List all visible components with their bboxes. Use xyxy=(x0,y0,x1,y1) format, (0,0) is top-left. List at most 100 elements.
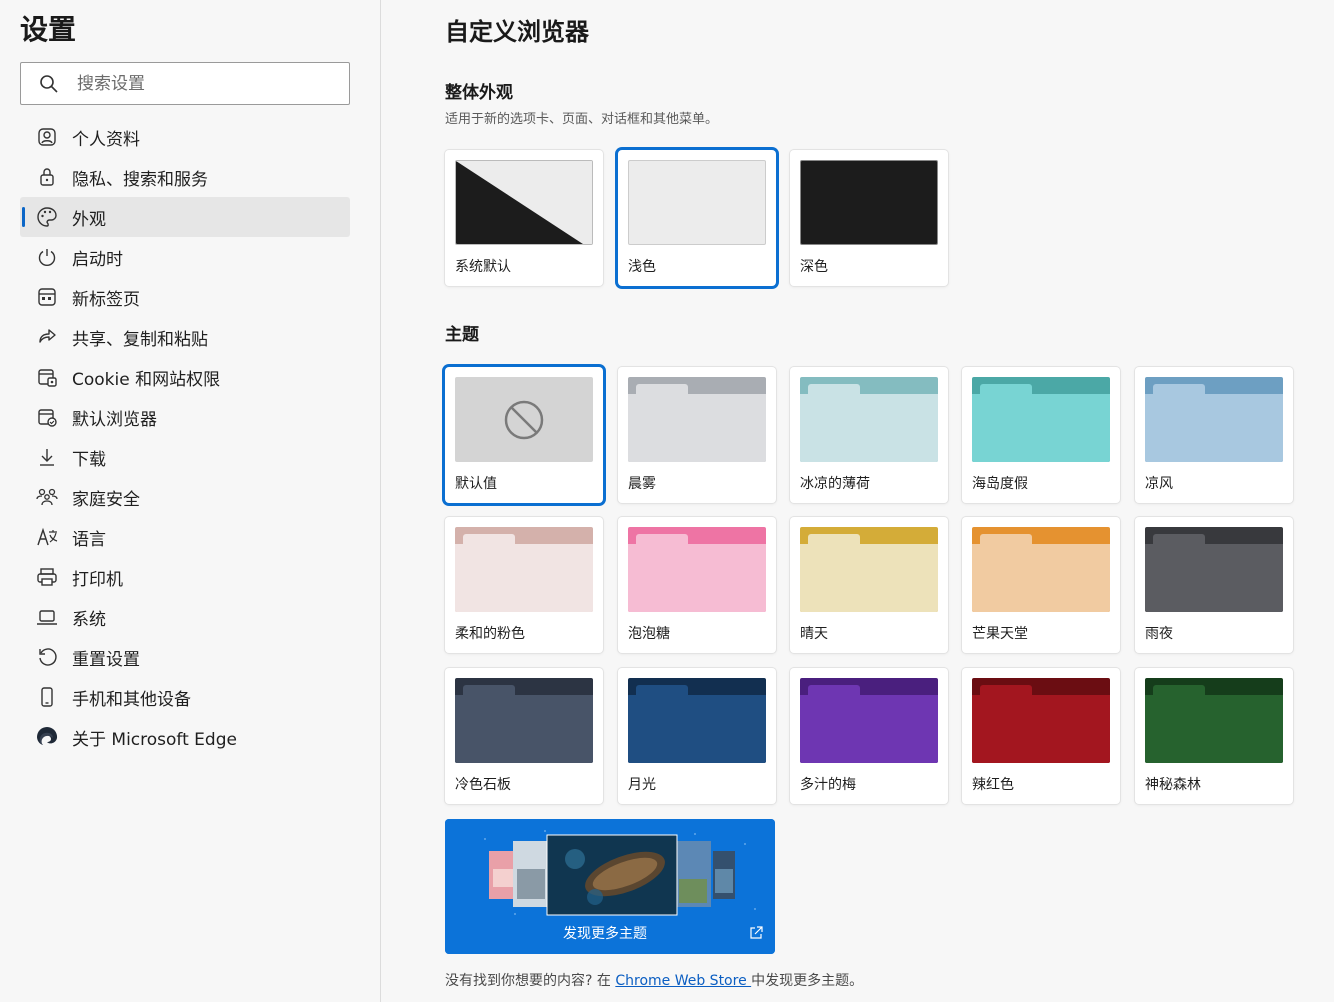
palette-icon xyxy=(36,206,58,228)
sidebar-item-printer[interactable]: 打印机 xyxy=(20,557,350,597)
folder-body-shape xyxy=(800,544,938,612)
theme-card[interactable]: 晴天 xyxy=(790,517,948,653)
sidebar-item-label: 外观 xyxy=(72,209,106,230)
sidebar-item-label: 手机和其他设备 xyxy=(72,689,191,710)
theme-card[interactable]: 芒果天堂 xyxy=(962,517,1120,653)
theme-preview xyxy=(972,527,1110,612)
family-icon xyxy=(36,486,58,508)
theme-preview xyxy=(1145,377,1283,462)
search-box[interactable] xyxy=(20,62,350,105)
theme-preview xyxy=(1145,678,1283,763)
theme-label: 凉风 xyxy=(1145,476,1173,492)
folder-body-shape xyxy=(972,695,1110,763)
appearance-option-system[interactable]: 系统默认 xyxy=(445,150,603,286)
theme-card[interactable]: 晨雾 xyxy=(618,367,776,503)
folder-body-shape xyxy=(628,544,766,612)
sidebar-item-new-tab[interactable]: 新标签页 xyxy=(20,277,350,317)
theme-card[interactable]: 柔和的粉色 xyxy=(445,517,603,653)
theme-card[interactable]: 多汁的梅 xyxy=(790,668,948,804)
sidebar-item-startup[interactable]: 启动时 xyxy=(20,237,350,277)
sidebar-item-about[interactable]: 关于 Microsoft Edge xyxy=(20,717,350,757)
theme-label: 晨雾 xyxy=(628,476,656,492)
system-default-preview xyxy=(455,160,593,245)
theme-label: 冷色石板 xyxy=(455,777,511,793)
sidebar-item-system[interactable]: 系统 xyxy=(20,597,350,637)
sidebar-item-language[interactable]: 语言 xyxy=(20,517,350,557)
sidebar-item-label: 个人资料 xyxy=(72,129,140,150)
sidebar-item-family[interactable]: 家庭安全 xyxy=(20,477,350,517)
appearance-option-dark[interactable]: 深色 xyxy=(790,150,948,286)
theme-preview xyxy=(800,377,938,462)
footer-note: 没有找到你想要的内容? 在 Chrome Web Store 中发现更多主题。 xyxy=(445,970,863,990)
folder-body-shape xyxy=(800,695,938,763)
sidebar-item-share[interactable]: 共享、复制和粘贴 xyxy=(20,317,350,357)
discover-themes-label: 发现更多主题 xyxy=(563,926,647,942)
sidebar-item-label: 隐私、搜索和服务 xyxy=(72,169,208,190)
chrome-web-store-link[interactable]: Chrome Web Store xyxy=(615,973,751,989)
folder-body-shape xyxy=(628,695,766,763)
sidebar-item-reset[interactable]: 重置设置 xyxy=(20,637,350,677)
footer-prefix: 没有找到你想要的内容? 在 xyxy=(445,973,616,989)
footer-suffix: 中发现更多主题。 xyxy=(751,973,864,989)
sidebar-item-label: 家庭安全 xyxy=(72,489,140,510)
theme-preview xyxy=(628,527,766,612)
theme-label: 冰凉的薄荷 xyxy=(800,476,870,492)
theme-card[interactable]: 月光 xyxy=(618,668,776,804)
external-link-icon xyxy=(749,925,763,944)
main-content: 自定义浏览器 整体外观 适用于新的选项卡、页面、对话框和其他菜单。 系统默认 浅… xyxy=(445,0,1325,1002)
sidebar-item-appearance[interactable]: 外观 xyxy=(20,197,350,237)
default-browser-icon xyxy=(36,406,58,428)
theme-preview xyxy=(800,527,938,612)
theme-preview xyxy=(455,678,593,763)
sidebar-item-label: 语言 xyxy=(72,529,106,550)
appearance-option-label: 系统默认 xyxy=(455,259,511,275)
theme-card[interactable]: 冷色石板 xyxy=(445,668,603,804)
appearance-section-title: 整体外观 xyxy=(445,83,513,103)
new-tab-icon xyxy=(36,286,58,308)
theme-card[interactable]: 神秘森林 xyxy=(1135,668,1293,804)
download-icon xyxy=(36,446,58,468)
dark-preview xyxy=(800,160,938,245)
theme-label: 神秘森林 xyxy=(1145,777,1201,793)
theme-card[interactable]: 冰凉的薄荷 xyxy=(790,367,948,503)
sidebar-item-label: Cookie 和网站权限 xyxy=(72,369,221,390)
sidebar-item-phone[interactable]: 手机和其他设备 xyxy=(20,677,350,717)
search-input[interactable] xyxy=(77,73,327,94)
sidebar-item-label: 启动时 xyxy=(72,249,123,270)
theme-card[interactable]: 凉风 xyxy=(1135,367,1293,503)
theme-card[interactable]: 雨夜 xyxy=(1135,517,1293,653)
theme-card[interactable]: 辣红色 xyxy=(962,668,1120,804)
theme-card[interactable]: 默认值 xyxy=(445,367,603,503)
theme-card[interactable]: 海岛度假 xyxy=(962,367,1120,503)
theme-label: 月光 xyxy=(628,777,656,793)
theme-label: 柔和的粉色 xyxy=(455,626,525,642)
reset-icon xyxy=(36,646,58,668)
theme-label: 默认值 xyxy=(455,476,497,492)
folder-body-shape xyxy=(628,394,766,462)
printer-icon xyxy=(36,566,58,588)
profile-icon xyxy=(36,126,58,148)
phone-icon xyxy=(36,686,58,708)
sidebar-item-privacy[interactable]: 隐私、搜索和服务 xyxy=(20,157,350,197)
folder-body-shape xyxy=(972,544,1110,612)
settings-nav: 个人资料 隐私、搜索和服务 外观 启动时 新标签页 共享、复制和粘贴 Cooki… xyxy=(20,117,350,757)
sidebar-item-downloads[interactable]: 下载 xyxy=(20,437,350,477)
site-permissions-icon xyxy=(36,366,58,388)
discover-themes-card[interactable]: 发现更多主题 xyxy=(445,819,775,954)
sidebar-item-profile[interactable]: 个人资料 xyxy=(20,117,350,157)
theme-preview xyxy=(455,527,593,612)
appearance-option-light[interactable]: 浅色 xyxy=(618,150,776,286)
search-icon xyxy=(21,74,77,94)
sidebar: 设置 个人资料 隐私、搜索和服务 外观 启动时 新标签页 共享、复制和粘 xyxy=(0,0,381,1002)
theme-card[interactable]: 泡泡糖 xyxy=(618,517,776,653)
language-icon xyxy=(36,526,58,548)
theme-preview xyxy=(628,678,766,763)
folder-body-shape xyxy=(455,544,593,612)
none-icon xyxy=(504,400,544,440)
folder-body-shape xyxy=(972,394,1110,462)
sidebar-item-label: 共享、复制和粘贴 xyxy=(72,329,208,350)
sidebar-item-default-browser[interactable]: 默认浏览器 xyxy=(20,397,350,437)
folder-body-shape xyxy=(455,695,593,763)
theme-label: 辣红色 xyxy=(972,777,1014,793)
sidebar-item-cookies[interactable]: Cookie 和网站权限 xyxy=(20,357,350,397)
